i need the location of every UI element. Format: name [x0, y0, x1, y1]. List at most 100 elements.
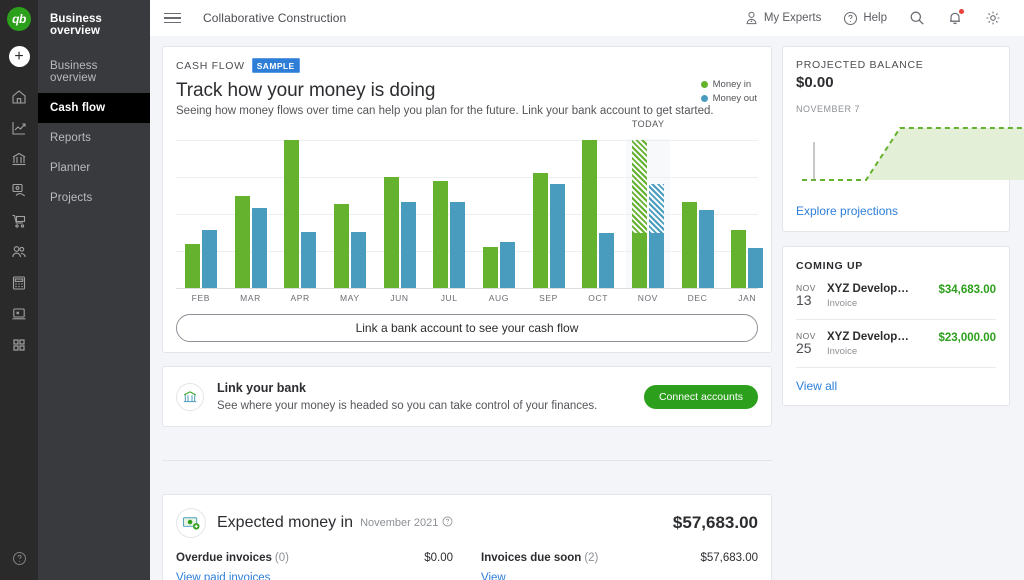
icon-rail: qb + — [0, 0, 38, 580]
coming-up-kicker: COMING UP — [796, 260, 996, 272]
left-column: CASH FLOW SAMPLE Track how your money is… — [150, 46, 772, 580]
bar-actual-segment — [384, 177, 399, 288]
bar-actual-segment — [500, 242, 515, 288]
notifications-button[interactable] — [936, 10, 974, 26]
invoices-due-soon-count: (2) — [584, 552, 598, 564]
question-circle-icon — [843, 11, 858, 26]
coming-up-day: 13 — [796, 293, 823, 308]
chart-legend: Money in Money out — [701, 79, 757, 107]
legend-label: Money out — [713, 93, 757, 104]
overdue-invoices-value: $0.00 — [424, 552, 453, 564]
gear-icon — [985, 10, 1001, 26]
search-button[interactable] — [898, 10, 936, 26]
view-invoices-link[interactable]: View — [481, 572, 506, 580]
x-axis-tick: DEC — [688, 293, 708, 303]
sidebar-item-reports[interactable]: Reports — [38, 123, 150, 153]
bell-icon — [947, 10, 963, 26]
sidebar-item-business-overview[interactable]: Business overview — [38, 51, 150, 93]
home-icon[interactable] — [0, 81, 38, 112]
reports-chart-icon[interactable] — [0, 112, 38, 143]
bank-icon[interactable] — [0, 143, 38, 174]
projected-balance-date: NOVEMBER 7 — [796, 104, 996, 114]
cart-icon[interactable] — [0, 205, 38, 236]
laptop-icon[interactable] — [0, 298, 38, 329]
sidebar-item-label: Planner — [50, 162, 90, 174]
bar — [235, 196, 250, 288]
sidebar-item-planner[interactable]: Planner — [38, 153, 150, 183]
bar — [533, 173, 548, 288]
apps-grid-icon[interactable] — [0, 329, 38, 360]
sidebar-item-projects[interactable]: Projects — [38, 183, 150, 213]
bar-actual-segment — [699, 210, 714, 288]
bar — [649, 184, 664, 288]
link-bank-account-cta[interactable]: Link a bank account to see your cash flo… — [176, 314, 758, 342]
link-bank-title: Link your bank — [217, 381, 597, 395]
bar-group — [185, 230, 217, 288]
bar-actual-segment — [334, 204, 349, 288]
legend-entry-money-out: Money out — [701, 93, 757, 104]
help-circle-icon[interactable] — [0, 551, 38, 566]
search-icon — [909, 10, 925, 26]
bank-icon — [176, 383, 204, 411]
hamburger-icon[interactable] — [164, 13, 181, 24]
coming-up-name: XYZ Developm… — [827, 283, 915, 295]
expected-money-header: Expected money in November 2021 $57,683.… — [176, 508, 758, 538]
bar-actual-segment — [301, 232, 316, 288]
bar-actual-segment — [731, 230, 746, 288]
x-axis-tick: MAY — [340, 293, 360, 303]
x-axis-tick: OCT — [588, 293, 608, 303]
sidebar-item-label: Reports — [50, 132, 91, 144]
chart-bars — [176, 139, 758, 288]
info-circle-icon[interactable] — [442, 514, 453, 532]
bar-actual-segment — [433, 181, 448, 288]
projection-sparkline — [796, 118, 1009, 190]
coming-up-day: 25 — [796, 341, 823, 356]
bar-actual-segment — [401, 202, 416, 288]
bar-group — [533, 173, 565, 288]
section-divider — [162, 460, 772, 461]
view-all-link[interactable]: View all — [796, 368, 837, 405]
explore-projections-link[interactable]: Explore projections — [796, 190, 898, 231]
bar-actual-segment — [252, 208, 267, 288]
dashboard-body: CASH FLOW SAMPLE Track how your money is… — [150, 36, 1024, 580]
settings-button[interactable] — [974, 10, 1012, 26]
invoices-due-soon-column: Invoices due soon (2) $57,683.00 View — [467, 552, 758, 580]
bar — [301, 232, 316, 288]
transaction-icon[interactable] — [0, 174, 38, 205]
quickbooks-logo[interactable]: qb — [7, 7, 31, 31]
bar-group — [682, 202, 714, 288]
list-item[interactable]: NOV 13 XYZ Developm… Invoice $34,683.00 — [796, 272, 996, 319]
bar-actual-segment — [748, 248, 763, 288]
connect-accounts-button[interactable]: Connect accounts — [644, 385, 758, 409]
bar-actual-segment — [649, 233, 664, 288]
bar — [401, 202, 416, 288]
coming-up-type: Invoice — [827, 298, 938, 309]
sidebar-item-cash-flow[interactable]: Cash flow — [38, 93, 150, 123]
bar — [185, 244, 200, 288]
list-item[interactable]: NOV 25 XYZ Developm… Invoice $23,000.00 — [796, 320, 996, 367]
my-experts-button[interactable]: My Experts — [733, 10, 833, 26]
bar-group — [582, 140, 614, 288]
bar — [284, 140, 299, 288]
invoices-due-soon-row: Invoices due soon (2) $57,683.00 — [481, 552, 758, 564]
chart-x-axis: FEBMARAPRMAYJUNJULAUGSEPOCTNOVDECJAN — [176, 293, 758, 311]
create-new-button[interactable]: + — [9, 46, 30, 67]
coming-up-type: Invoice — [827, 346, 938, 357]
link-your-bank-card: Link your bank See where your money is h… — [162, 366, 772, 427]
link-bank-description: See where your money is headed so you ca… — [217, 400, 597, 412]
right-column: PROJECTED BALANCE $0.00 NOVEMBER 7 Explo… — [782, 46, 1010, 580]
bar-actual-segment — [483, 247, 498, 288]
view-paid-invoices-link[interactable]: View paid invoices — [176, 572, 270, 580]
people-icon[interactable] — [0, 236, 38, 267]
sidebar-item-label: Projects — [50, 192, 92, 204]
bar — [334, 204, 349, 288]
today-marker-label: TODAY — [632, 119, 665, 129]
overdue-invoices-row: Overdue invoices (0) $0.00 — [176, 552, 453, 564]
expected-money-month: November 2021 — [360, 517, 438, 529]
bar — [699, 210, 714, 288]
nav-section-title: Business overview — [38, 8, 150, 51]
bar-group — [433, 181, 465, 288]
help-button[interactable]: Help — [832, 11, 898, 26]
topbar-actions: My Experts Help — [733, 10, 1012, 26]
calculator-icon[interactable] — [0, 267, 38, 298]
